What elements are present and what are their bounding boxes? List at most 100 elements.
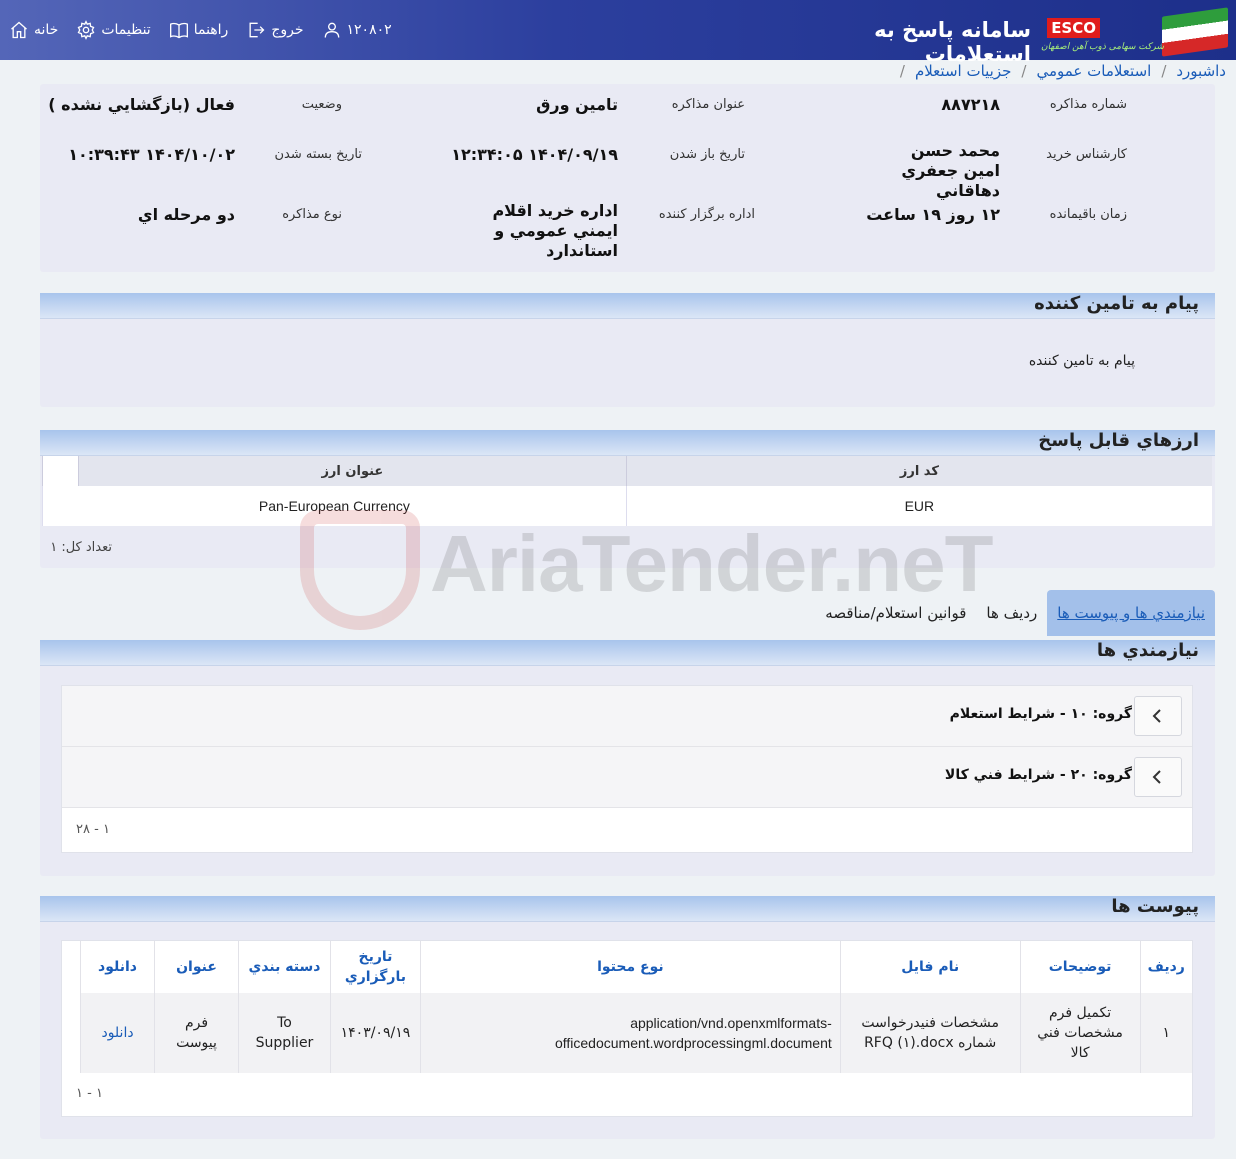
column-header-category[interactable]: دسته بندي	[237, 941, 331, 993]
attachment-download-cell: دانلود	[79, 993, 155, 1073]
requirement-group-label: گروه: ۲۰ - شرايط فني کالا	[944, 767, 1132, 783]
download-link[interactable]: دانلود	[101, 1025, 133, 1041]
brand: ESCO شرکت سهامی ذوب آهن اصفهان سامانه پا…	[786, 0, 1236, 66]
iran-flag-logo	[1162, 7, 1228, 57]
nav-help-label: راهنما	[193, 22, 229, 38]
attachment-upload-date: ۱۴۰۳/۰۹/۱۹	[329, 993, 421, 1073]
column-header-currency-code[interactable]: کد ارز	[625, 456, 1212, 486]
status-value: فعال (بازگشايي نشده )	[48, 95, 235, 114]
buyer-value: محمد حسن امين جعفري دهاقاني	[901, 141, 1000, 200]
list-item[interactable]: گروه: ۱۰ - شرايط استعلام	[62, 686, 1192, 747]
inquiry-type-label: نوع مذاکره	[282, 207, 342, 222]
user-icon	[324, 22, 339, 38]
close-date-value: ۱۴۰۴/۱۰/۰۲ ۱۰:۳۹:۴۳	[68, 145, 235, 164]
attachments-panel: پيوست ها رديف توضيحات نام فايل نوع محتوا…	[40, 896, 1215, 1139]
supplier-message-title: پيام به تامين کننده	[1034, 293, 1199, 314]
status-label: وضعيت	[301, 97, 342, 112]
column-header-upload-date[interactable]: تاريخ بارگزاري	[329, 941, 421, 993]
attachment-content-type: application/vnd.openxmlformats-officedoc…	[419, 993, 841, 1073]
column-header-row[interactable]: رديف	[1139, 941, 1192, 993]
nav-settings[interactable]: تنظيمات	[67, 20, 159, 40]
section-header	[40, 640, 1215, 666]
column-header-title[interactable]: عنوان	[154, 941, 239, 993]
remaining-time-value: ۱۲ روز ۱۹ ساعت	[866, 205, 1000, 224]
currencies-title: ارزهاي قابل پاسخ	[1038, 430, 1199, 451]
organizer-value: اداره خريد اقلام ايمني عمومي و استاندارد	[492, 201, 618, 260]
breadcrumb-inquiry-details[interactable]: جزييات استعلام	[915, 62, 1011, 80]
requirements-title: نيازمندي ها	[1096, 640, 1199, 661]
column-header-file-name[interactable]: نام فايل	[839, 941, 1021, 993]
nav-logout-label: خروج	[271, 22, 304, 38]
column-header-download[interactable]: دانلود	[79, 941, 155, 993]
nav-settings-label: تنظيمات	[101, 22, 151, 38]
attachments-table: رديف توضيحات نام فايل نوع محتوا تاريخ با…	[79, 941, 1192, 1073]
buyer-label: کارشناس خريد	[1046, 147, 1127, 162]
inquiry-number-value: ۸۸۷۲۱۸	[941, 95, 1000, 114]
attachment-title: فرم پيوست	[154, 993, 239, 1073]
nav-user-label: ۱۲۰۸۰۲	[346, 22, 392, 38]
attachments-pager: ۱ - ۱	[76, 1086, 103, 1101]
requirements-list: گروه: ۱۰ - شرايط استعلام گروه: ۲۰ - شراي…	[61, 685, 1193, 853]
top-nav: خانه تنظيمات راهنما خروج ۱۲۰۸۰۲	[0, 0, 401, 60]
inquiry-number-label: شماره مذاکره	[1049, 97, 1127, 112]
section-header	[40, 896, 1215, 922]
company-name: شرکت سهامی ذوب آهن اصفهان	[1041, 42, 1164, 52]
breadcrumb-separator: /	[1021, 62, 1027, 80]
currencies-table: کد ارز عنوان ارز EUR Pan-European Curren…	[42, 456, 1212, 526]
book-icon	[169, 22, 188, 39]
esco-logo: ESCO	[1047, 18, 1100, 38]
organizer-label: اداره برگزار کننده	[658, 207, 755, 222]
tab-rules[interactable]: قوانين استعلام/مناقصه	[815, 590, 976, 636]
column-header-spacer	[42, 456, 79, 486]
nav-home[interactable]: خانه	[0, 20, 67, 40]
nav-help[interactable]: راهنما	[160, 20, 238, 40]
column-header-currency-name[interactable]: عنوان ارز	[78, 456, 627, 486]
logout-icon	[249, 22, 265, 38]
column-header-description[interactable]: توضيحات	[1019, 941, 1141, 993]
open-date-label: تاريخ باز شدن	[669, 147, 745, 162]
attachments-table-box: رديف توضيحات نام فايل نوع محتوا تاريخ با…	[61, 940, 1193, 1117]
expand-button[interactable]	[1134, 757, 1182, 797]
table-row: EUR Pan-European Currency	[42, 486, 1212, 526]
column-header-content-type[interactable]: نوع محتوا	[419, 941, 841, 993]
attachment-category: To Supplier	[237, 993, 331, 1073]
chevron-left-icon	[1152, 709, 1161, 723]
currencies-panel: ارزهاي قابل پاسخ کد ارز عنوان ارز EUR Pa…	[40, 430, 1215, 568]
expand-button[interactable]	[1134, 696, 1182, 736]
breadcrumb: داشبورد / استعلامات عمومي / جزييات استعل…	[0, 60, 1236, 82]
currency-code-cell: EUR	[625, 486, 1212, 526]
nav-user[interactable]: ۱۲۰۸۰۲	[313, 20, 401, 40]
top-bar: ESCO شرکت سهامی ذوب آهن اصفهان سامانه پا…	[0, 0, 1236, 66]
nav-home-label: خانه	[34, 22, 59, 38]
table-row: ۱ تکميل فرم مشخصات فني کالا مشخصات فنيدر…	[79, 993, 1192, 1073]
breadcrumb-dashboard[interactable]: داشبورد	[1176, 62, 1226, 80]
inquiry-info-panel: شماره مذاکره ۸۸۷۲۱۸ عنوان مذاکره تامين و…	[40, 84, 1215, 272]
attachment-description: تکميل فرم مشخصات فني کالا	[1019, 993, 1141, 1073]
supplier-message-body: پيام به تامين کننده	[1028, 353, 1135, 369]
detail-tabs: نيازمندي ها و پيوست ها رديف ها قوانين اس…	[815, 590, 1215, 636]
attachment-row-number: ۱	[1139, 993, 1192, 1073]
requirements-panel: نيازمندي ها گروه: ۱۰ - شرايط استعلام گرو…	[40, 640, 1215, 876]
inquiry-title-value: تامين ورق	[536, 95, 618, 114]
breadcrumb-public-inquiries[interactable]: استعلامات عمومي	[1036, 62, 1151, 80]
total-count: تعداد کل: ۱	[50, 540, 112, 555]
list-item[interactable]: گروه: ۲۰ - شرايط فني کالا	[62, 747, 1192, 808]
attachment-file-name: مشخصات فنيدرخواست شماره RFQ (۱).docx	[839, 993, 1021, 1073]
supplier-message-panel: پيام به تامين کننده پيام به تامين کننده	[40, 293, 1215, 407]
breadcrumb-separator: /	[1161, 62, 1167, 80]
tab-requirements-attachments[interactable]: نيازمندي ها و پيوست ها	[1047, 590, 1215, 636]
tab-rows[interactable]: رديف ها	[976, 590, 1047, 636]
nav-logout[interactable]: خروج	[237, 20, 312, 40]
close-date-label: تاريخ بسته شدن	[274, 147, 362, 162]
requirements-pager: ۱ - ۲۸	[76, 822, 110, 837]
currency-name-cell: Pan-European Currency	[42, 486, 627, 526]
remaining-time-label: زمان باقيمانده	[1049, 207, 1127, 222]
open-date-value: ۱۴۰۴/۰۹/۱۹ ۱۲:۳۴:۰۵	[451, 145, 618, 164]
attachments-title: پيوست ها	[1111, 896, 1199, 917]
inquiry-type-value: دو مرحله اي	[137, 205, 235, 224]
gear-icon	[77, 20, 95, 40]
chevron-left-icon	[1152, 770, 1161, 784]
inquiry-title-label: عنوان مذاکره	[671, 97, 745, 112]
breadcrumb-separator: /	[899, 62, 905, 80]
home-icon	[11, 21, 27, 39]
